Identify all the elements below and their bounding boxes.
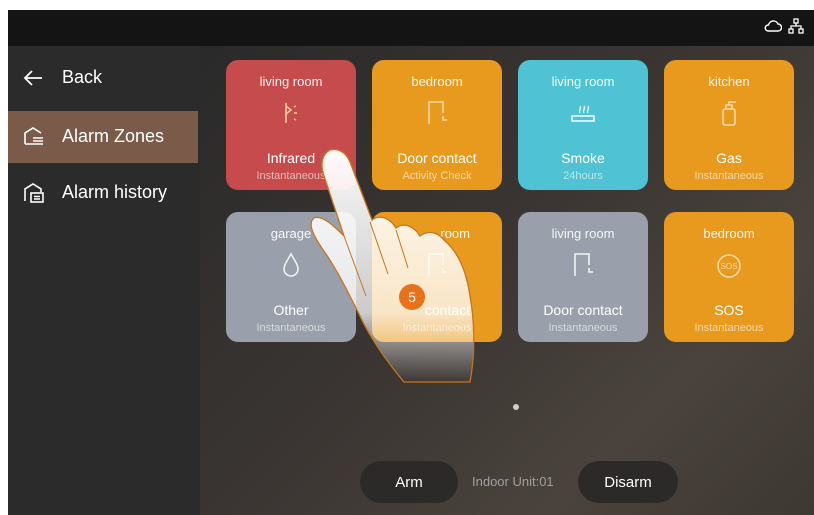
door-contact-icon — [428, 253, 447, 276]
sidebar: Back Alarm Zones Alarm history — [8, 46, 200, 515]
zone-room: living room — [259, 74, 323, 89]
zone-room: kitchen — [708, 74, 750, 89]
zone-tile-door-contact-2[interactable]: room contact Instantaneous — [372, 212, 502, 342]
bottom-bar: Arm Indoor Unit:01 Disarm — [360, 461, 690, 505]
zone-tile-smoke[interactable]: living room Smoke 24hours — [518, 60, 648, 190]
page-indicator-dot[interactable] — [513, 404, 519, 410]
indoor-unit-label: Indoor Unit:01 — [472, 474, 554, 489]
status-icons — [764, 18, 804, 34]
status-bar — [8, 10, 814, 46]
arm-button[interactable]: Arm — [360, 461, 458, 503]
zone-type: Smoke — [561, 150, 605, 166]
zone-mode: Instantaneous — [256, 322, 326, 334]
zone-room: living room — [551, 226, 615, 241]
zone-mode: Instantaneous — [548, 322, 618, 334]
drop-icon — [283, 252, 299, 277]
zone-mode: Instantaneous — [694, 170, 764, 182]
zone-mode: Instantaneous — [694, 322, 764, 334]
zone-room: bedroom — [411, 74, 463, 89]
zone-mode: Instantaneous — [402, 322, 472, 334]
sidebar-item-alarm-zones[interactable]: Alarm Zones — [8, 111, 198, 163]
infrared-icon — [285, 103, 297, 123]
zone-type: Gas — [716, 150, 742, 166]
sidebar-item-label: Alarm history — [62, 182, 168, 202]
alarm-zones-icon — [24, 127, 43, 145]
sos-icon: SOS — [717, 254, 741, 278]
zone-tile-sos[interactable]: bedroom SOS SOS Instantaneous — [664, 212, 794, 342]
zone-room: room — [440, 226, 470, 241]
back-arrow-icon — [23, 70, 42, 86]
back-button[interactable]: Back — [8, 52, 198, 104]
zone-mode: Instantaneous — [256, 170, 326, 182]
zone-room: bedroom — [703, 226, 755, 241]
zone-type: contact — [424, 302, 470, 318]
network-icon — [788, 18, 804, 34]
sidebar-item-label: Alarm Zones — [62, 126, 165, 146]
back-label: Back — [62, 67, 103, 87]
zone-tile-gas[interactable]: kitchen Gas Instantaneous — [664, 60, 794, 190]
smoke-icon — [571, 105, 595, 122]
alarm-history-icon — [24, 183, 44, 203]
door-contact-icon — [428, 101, 447, 124]
door-contact-icon — [574, 253, 593, 276]
disarm-button[interactable]: Disarm — [578, 461, 678, 503]
screen: Back Alarm Zones Alarm history living ro… — [8, 10, 814, 515]
sidebar-item-alarm-history[interactable]: Alarm history — [8, 167, 198, 219]
zone-type: SOS — [714, 302, 744, 318]
zones-panel: living room Infrared Instantaneous bedro… — [200, 46, 814, 515]
zone-type: Door contact — [397, 150, 477, 166]
cloud-icon — [764, 20, 782, 32]
zone-tile-door-contact[interactable]: bedroom Door contact Activity Check — [372, 60, 502, 190]
zone-mode: Activity Check — [402, 170, 472, 182]
zone-tile-infrared[interactable]: living room Infrared Instantaneous — [226, 60, 356, 190]
zone-mode: 24hours — [563, 170, 603, 182]
zone-type: Infrared — [266, 150, 316, 166]
zone-tile-door-contact-3[interactable]: living room Door contact Instantaneous — [518, 212, 648, 342]
gas-icon — [722, 101, 736, 126]
zone-type: Other — [273, 302, 309, 318]
svg-text:SOS: SOS — [721, 262, 738, 271]
zone-room: living room — [551, 74, 615, 89]
zone-tile-other[interactable]: garage Other Instantaneous — [226, 212, 356, 342]
zone-type: Door contact — [543, 302, 623, 318]
zone-room: garage — [270, 226, 312, 241]
